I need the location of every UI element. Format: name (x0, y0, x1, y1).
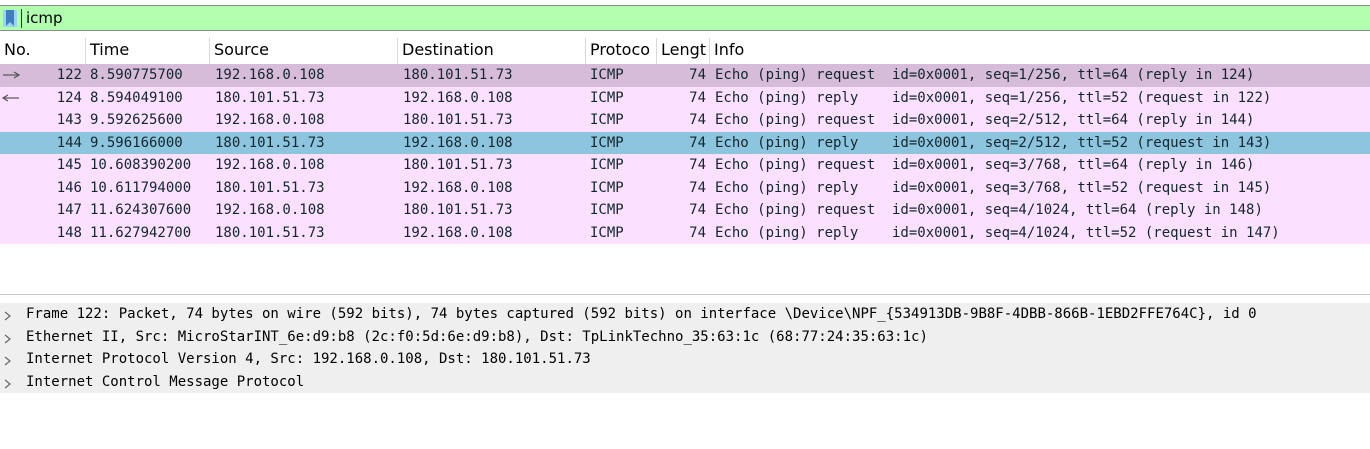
packet-source: 180.101.51.73 (215, 224, 325, 241)
packet-number: 144 (56, 134, 82, 151)
packet-time: 10.611794000 (90, 179, 192, 196)
column-header-destination[interactable]: Destination (398, 38, 586, 64)
packet-destination: 192.168.0.108 (403, 89, 513, 106)
packet-destination: 180.101.51.73 (403, 202, 513, 218)
detail-label: Ethernet II, Src: MicroStarINT_6e:d9:b8 … (26, 328, 928, 345)
packet-protocol: ICMP (590, 179, 624, 196)
packet-info: Echo (ping) request id=0x0001, seq=1/256… (715, 67, 1255, 83)
chevron-right-icon[interactable] (4, 309, 12, 321)
packet-info: Echo (ping) request id=0x0001, seq=3/768… (715, 157, 1255, 173)
packet-destination: 192.168.0.108 (403, 179, 513, 196)
packet-info: Echo (ping) request id=0x0001, seq=4/102… (715, 202, 1263, 218)
packet-time: 10.608390200 (90, 157, 192, 173)
bookmark-icon[interactable] (3, 10, 17, 27)
display-filter-input[interactable] (26, 9, 1326, 27)
packet-info: Echo (ping) reply id=0x0001, seq=1/256, … (715, 89, 1272, 106)
packet-protocol: ICMP (590, 112, 624, 128)
packet-protocol: ICMP (590, 67, 624, 83)
packet-row[interactable]: 124 8.594049100 180.101.51.73 192.168.0.108… (0, 86, 1370, 109)
packet-protocol: ICMP (590, 89, 624, 106)
packet-destination: 180.101.51.73 (403, 157, 513, 173)
packet-row[interactable]: 146 10.611794000 180.101.51.73 192.168.0.10… (0, 176, 1370, 199)
packet-time: 8.590775700 (90, 67, 183, 83)
packet-time: 9.592625600 (90, 112, 183, 128)
packet-source: 180.101.51.73 (215, 89, 325, 106)
packet-number: 145 (56, 157, 82, 173)
packet-source: 180.101.51.73 (215, 179, 325, 196)
packet-info: Echo (ping) request id=0x0001, seq=2/512… (715, 112, 1255, 128)
packet-number: 146 (56, 179, 82, 196)
packet-protocol: ICMP (590, 157, 624, 173)
packet-protocol: ICMP (590, 134, 624, 151)
packet-source: 192.168.0.108 (215, 202, 325, 218)
packet-source: 192.168.0.108 (215, 67, 325, 83)
packet-time: 9.596166000 (90, 134, 183, 151)
column-header-time[interactable]: Time (86, 38, 210, 64)
column-header-no[interactable]: No. (0, 38, 86, 64)
packet-destination: 192.168.0.108 (403, 224, 513, 241)
packet-details-tree: Frame 122: Packet, 74 bytes on wire (592… (0, 303, 1370, 393)
packet-row[interactable]: 145 10.608390200 192.168.0.108 180.101.51.7… (0, 154, 1370, 177)
column-header-protocol[interactable]: Protoco (586, 38, 657, 64)
detail-frame[interactable]: Frame 122: Packet, 74 bytes on wire (592… (0, 303, 1370, 326)
packet-source: 192.168.0.108 (215, 112, 325, 128)
packet-destination: 180.101.51.73 (403, 112, 513, 128)
packet-length: 74 (689, 202, 706, 218)
packet-destination: 192.168.0.108 (403, 134, 513, 151)
packet-length: 74 (689, 179, 706, 196)
packet-protocol: ICMP (590, 202, 624, 218)
detail-ipv4[interactable]: Internet Protocol Version 4, Src: 192.16… (0, 348, 1370, 371)
packet-time: 11.624307600 (90, 202, 192, 218)
filter-divider (21, 9, 22, 28)
chevron-right-icon[interactable] (4, 377, 12, 388)
packet-info: Echo (ping) reply id=0x0001, seq=3/768, … (715, 179, 1272, 196)
packet-list: 122 8.590775700 192.168.0.108 180.101.51.73… (0, 64, 1370, 244)
packet-row[interactable]: 147 11.624307600 192.168.0.108 180.101.51.7… (0, 199, 1370, 222)
pane-splitter[interactable] (0, 294, 1370, 295)
packet-length: 74 (689, 134, 706, 151)
packet-number: 143 (56, 112, 82, 128)
column-header-length[interactable]: Lengt (657, 38, 710, 64)
packet-length: 74 (689, 112, 706, 128)
column-header-source[interactable]: Source (210, 38, 398, 64)
packet-list-header: No. Time Source Destination Protoco Leng… (0, 38, 1370, 65)
packet-source: 180.101.51.73 (215, 134, 325, 151)
display-filter-bar (0, 5, 1370, 31)
packet-number: 147 (56, 202, 82, 218)
detail-ethernet[interactable]: Ethernet II, Src: MicroStarINT_6e:d9:b8 … (0, 326, 1370, 349)
packet-length: 74 (689, 67, 706, 83)
detail-label: Internet Protocol Version 4, Src: 192.16… (26, 351, 591, 367)
packet-row[interactable]: 148 11.627942700 180.101.51.73 192.168.0.10… (0, 221, 1370, 244)
packet-info: Echo (ping) reply id=0x0001, seq=2/512, … (715, 134, 1272, 151)
arrow-left-icon (1, 87, 20, 109)
packet-info: Echo (ping) reply id=0x0001, seq=4/1024,… (715, 224, 1280, 241)
arrow-right-icon (2, 64, 21, 86)
packet-time: 11.627942700 (90, 224, 192, 241)
chevron-right-icon[interactable] (4, 354, 12, 366)
detail-label: Frame 122: Packet, 74 bytes on wire (592… (26, 306, 1257, 322)
packet-time: 8.594049100 (90, 89, 183, 106)
packet-row[interactable]: 122 8.590775700 192.168.0.108 180.101.51.73… (0, 64, 1370, 87)
detail-label: Internet Control Message Protocol (26, 373, 305, 390)
chevron-right-icon[interactable] (4, 332, 12, 343)
packet-length: 74 (689, 157, 706, 173)
packet-destination: 180.101.51.73 (403, 67, 513, 83)
packet-number: 148 (56, 224, 82, 241)
packet-protocol: ICMP (590, 224, 624, 241)
column-header-info[interactable]: Info (710, 38, 1370, 64)
packet-length: 74 (689, 89, 706, 106)
packet-source: 192.168.0.108 (215, 157, 325, 173)
detail-icmp[interactable]: Internet Control Message Protocol (0, 371, 1370, 394)
packet-row[interactable]: 143 9.592625600 192.168.0.108 180.101.51.73… (0, 109, 1370, 132)
packet-length: 74 (689, 224, 706, 241)
packet-row[interactable]: 144 9.596166000 180.101.51.73 192.168.0.108… (0, 131, 1370, 154)
